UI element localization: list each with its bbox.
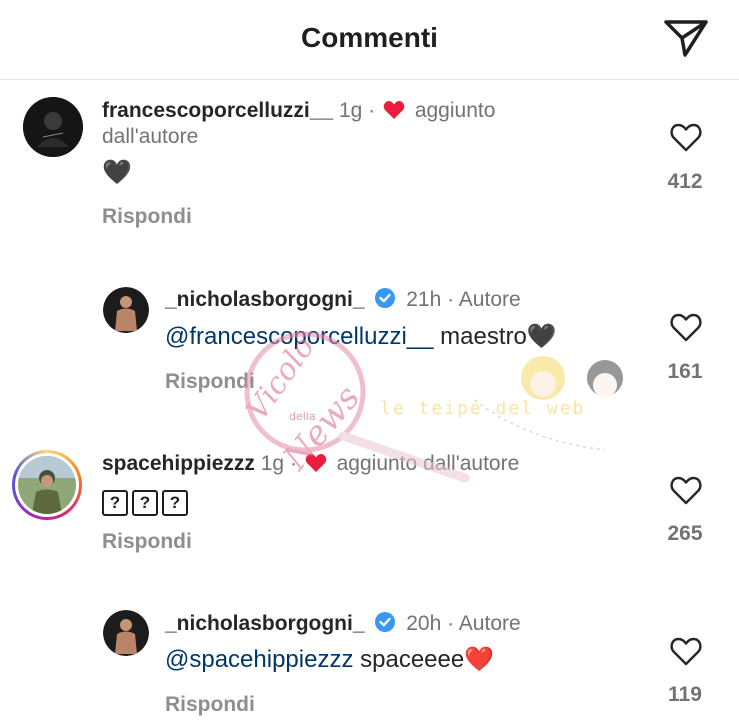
verified-badge-icon [375,612,396,632]
avatar[interactable] [103,610,149,656]
comment-text: 🖤 [102,159,132,186]
like-count: 412 [667,170,703,193]
story-ring[interactable] [12,450,82,520]
avatar[interactable] [103,287,149,333]
comment-text-body: spaceeee❤️ [353,646,495,673]
header: Commenti [0,0,739,80]
comment-text: @francescoporcelluzzi__ maestro🖤 [165,322,557,352]
comment-time: 1g [338,99,363,122]
author-label: Autore [458,612,521,635]
reply-button[interactable]: Rispondi [165,370,255,394]
reply-button[interactable]: Rispondi [102,530,192,554]
separator: · [368,99,376,122]
heart-outline-icon[interactable] [670,122,702,152]
comment-item: spacehippiezzz 1g · aggiunto dall'autore… [0,440,739,600]
heart-icon [383,101,405,119]
separator: · [289,452,297,475]
reply-button[interactable]: Rispondi [102,205,192,229]
username[interactable]: _nicholasborgogni_ [165,612,365,635]
comment-time: 1g [260,452,285,475]
like-count: 119 [668,683,702,706]
comment-text: ??? [102,486,192,516]
comment-item-reply: _nicholasborgogni_ 21h · Autore @frances… [0,280,739,430]
username[interactable]: spacehippiezzz [102,452,255,475]
heart-outline-icon[interactable] [670,636,702,666]
like-count: 265 [667,522,703,545]
unknown-glyph-box: ? [102,490,128,516]
author-liked-badge: aggiunto [414,99,496,122]
like-count: 161 [667,360,703,383]
comment-item-reply: _nicholasborgogni_ 20h · Autore @spacehi… [0,605,739,723]
mention-link[interactable]: @spacehippiezzz [165,646,353,673]
author-liked-badge: aggiunto dall'autore [336,452,520,475]
author-liked-badge-cont: dall'autore [102,125,199,148]
comment-meta: francescoporcelluzzi__ 1g · aggiunto [102,98,495,124]
avatar[interactable] [18,456,76,514]
unknown-glyph-box: ? [162,490,188,516]
page-title: Commenti [301,22,438,53]
comment-text-body: maestro🖤 [433,323,557,350]
comment-meta: spacehippiezzz 1g · aggiunto dall'autore [102,451,519,477]
separator: · [447,288,455,311]
comment-time: 20h [406,612,442,635]
heart-outline-icon[interactable] [670,475,702,505]
separator: · [447,612,455,635]
avatar[interactable] [23,97,83,157]
mention-link[interactable]: @francescoporcelluzzi__ [165,323,434,350]
heart-icon [305,454,326,472]
comment-item: francescoporcelluzzi__ 1g · aggiunto dal… [0,80,739,260]
comment-meta: _nicholasborgogni_ 20h · Autore [165,611,521,637]
comment-time: 21h [406,288,442,311]
comment-text: @spacehippiezzz spaceeee❤️ [165,645,494,675]
username[interactable]: _nicholasborgogni_ [165,288,365,311]
heart-outline-icon[interactable] [670,312,702,342]
comment-meta: _nicholasborgogni_ 21h · Autore [165,287,521,313]
username[interactable]: francescoporcelluzzi__ [102,99,333,122]
verified-badge-icon [375,288,396,308]
author-label: Autore [458,288,521,311]
reply-button[interactable]: Rispondi [165,693,255,717]
send-icon[interactable] [663,18,709,58]
unknown-glyph-box: ? [132,490,158,516]
